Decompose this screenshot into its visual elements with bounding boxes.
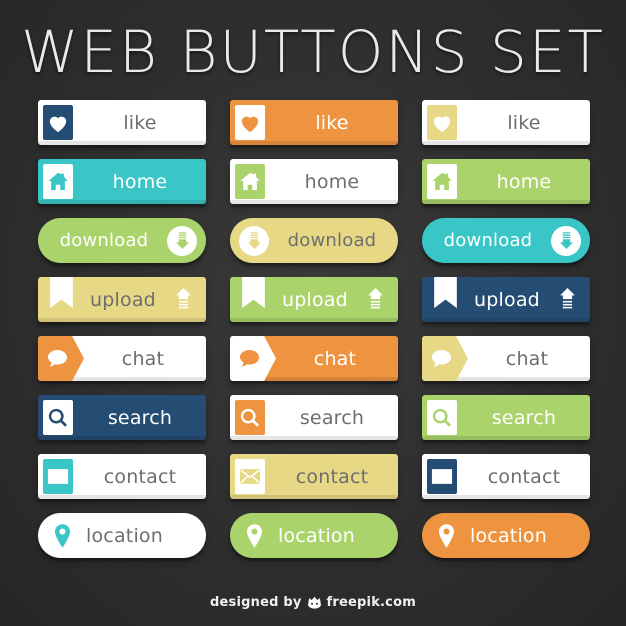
heart-icon [49,116,67,132]
download-button-3[interactable]: download [422,218,590,263]
footer-credit: designed by freepik.com [0,595,626,610]
home-icon [432,172,452,191]
envelope-icon [47,469,69,484]
chat-bubble-icon [431,349,451,367]
download-icon-circle [551,225,581,256]
home-icon [48,172,68,191]
envelope-icon [431,469,453,484]
upload-arrow-icon [560,287,575,308]
download-button-1[interactable]: download [38,218,206,263]
search-icon-box [422,395,462,440]
contact-button-label: contact [295,465,369,488]
search-icon [48,408,67,427]
contact-button-3[interactable]: contact [422,454,590,499]
chat-button-3[interactable]: chat [422,336,590,381]
like-button-label: like [123,111,157,134]
contact-button-2[interactable]: contact [230,454,398,499]
footer-prefix: designed by [210,595,302,610]
search-icon [432,408,451,427]
home-button-label: home [304,170,360,193]
heart-icon-box [230,100,270,145]
upload-button-1[interactable]: upload [38,277,206,322]
location-button-2[interactable]: location [230,513,398,558]
search-icon [240,408,259,427]
page-title: WEB BUTTONS SET [21,18,605,86]
search-icon-box [38,395,78,440]
contact-button-1[interactable]: contact [38,454,206,499]
home-button-2[interactable]: home [230,159,398,204]
search-button-label: search [491,406,557,429]
map-pin-icon [54,523,71,548]
chat-icon-box [422,336,468,381]
button-row-download: download download download [38,218,590,263]
button-row-location: location location location [38,513,590,559]
bookmark-ribbon-icon [50,277,73,309]
download-button-2[interactable]: download [230,218,398,263]
heart-icon [433,116,451,132]
button-row-upload: upload upload upload [38,277,590,322]
upload-button-2[interactable]: upload [230,277,398,322]
chat-button-label: chat [313,347,357,370]
button-row-chat: chat chat chat [38,336,590,381]
envelope-icon-box [38,454,78,499]
home-button-label: home [496,170,552,193]
home-button-label: home [112,170,168,193]
map-pin-icon [438,523,455,548]
heart-icon-box [422,100,462,145]
home-button-1[interactable]: home [38,159,206,204]
home-icon-box [38,159,78,204]
envelope-icon-box [422,454,462,499]
home-icon-box [230,159,270,204]
upload-button-3[interactable]: upload [422,277,590,322]
download-arrow-icon [559,232,573,249]
search-button-label: search [299,406,365,429]
upload-arrow-icon [368,287,383,308]
bookmark-ribbon-icon [434,277,457,309]
envelope-icon [239,469,261,484]
heart-icon [241,116,259,132]
search-button-2[interactable]: search [230,395,398,440]
home-button-3[interactable]: home [422,159,590,204]
location-button-1[interactable]: location [38,513,206,558]
chat-button-2[interactable]: chat [230,336,398,381]
button-grid: like like like home home home download d… [38,100,590,573]
bookmark-ribbon-icon [242,277,265,309]
download-icon-circle [239,225,269,256]
search-button-label: search [107,406,173,429]
button-row-like: like like like [38,100,590,145]
contact-button-label: contact [487,465,561,488]
download-arrow-icon [247,232,261,249]
chat-icon-box [38,336,84,381]
search-icon-box [230,395,270,440]
search-button-1[interactable]: search [38,395,206,440]
button-row-search: search search search [38,395,590,440]
download-icon-circle [167,225,197,256]
footer-brand: freepik.com [326,595,416,610]
chat-icon-box [230,336,276,381]
home-icon-box [422,159,462,204]
heart-icon-box [38,100,78,145]
like-button-label: like [315,111,349,134]
like-button-3[interactable]: like [422,100,590,145]
button-row-home: home home home [38,159,590,204]
search-button-3[interactable]: search [422,395,590,440]
like-button-1[interactable]: like [38,100,206,145]
chat-button-label: chat [121,347,165,370]
upload-arrow-icon [176,287,191,308]
download-arrow-icon [175,232,189,249]
chat-button-label: chat [505,347,549,370]
contact-button-label: contact [103,465,177,488]
chat-bubble-icon [47,349,67,367]
button-row-contact: contact contact contact [38,454,590,499]
chat-button-1[interactable]: chat [38,336,206,381]
home-icon [240,172,260,191]
freepik-logo-icon [307,596,322,609]
like-button-2[interactable]: like [230,100,398,145]
like-button-label: like [507,111,541,134]
location-button-3[interactable]: location [422,513,590,558]
envelope-icon-box [230,454,270,499]
chat-bubble-icon [239,349,259,367]
map-pin-icon [246,523,263,548]
